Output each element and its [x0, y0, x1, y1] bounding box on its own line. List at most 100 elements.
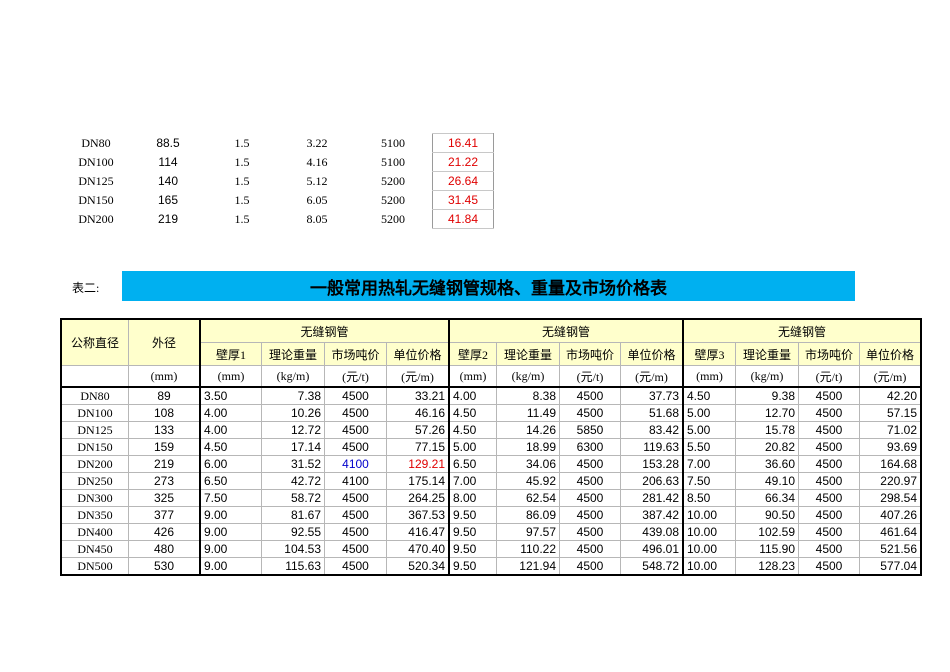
unit-weight-1: (kg/m): [261, 365, 325, 388]
weight-cell: 90.50: [735, 506, 799, 524]
wall-cell: 9.00: [199, 523, 262, 541]
unit-price-cell: 407.26: [859, 506, 922, 524]
top-row: DN125 140 1.5 5.12 5200 26.64: [60, 171, 494, 191]
price-cell: 4500: [798, 472, 860, 490]
weight-cell: 10.26: [261, 404, 325, 422]
top-unit-price-cell: 31.45: [432, 190, 494, 210]
nominal-cell: DN450: [60, 540, 129, 558]
wall-cell: 5.00: [682, 421, 736, 439]
unit-price-cell: 496.01: [620, 540, 684, 558]
top-row: DN150 165 1.5 6.05 5200 31.45: [60, 190, 494, 210]
unit-price-cell: 577.04: [859, 557, 922, 576]
price-cell: 4500: [798, 421, 860, 439]
wall-cell: 4.00: [199, 421, 262, 439]
weight-cell: 66.34: [735, 489, 799, 507]
wall-cell: 7.00: [448, 472, 497, 490]
weight-cell: 31.52: [261, 455, 325, 473]
unit-unit-price-2: (元/m): [620, 365, 684, 388]
wall-cell: 4.00: [199, 404, 262, 422]
top-price-cell: 5200: [381, 173, 405, 188]
weight-cell: 12.72: [261, 421, 325, 439]
top-nominal-cell: DN100: [78, 154, 114, 169]
table-row: DN80 89 3.50 7.38 4500 33.21 4.00 8.38 4500 37.73…: [60, 386, 922, 405]
header-unit-price-1: 单位价格: [386, 342, 450, 366]
weight-cell: 8.38: [496, 386, 560, 405]
header-weight-1: 理论重量: [261, 342, 325, 366]
od-cell: 480: [128, 540, 201, 558]
weight-cell: 7.38: [261, 386, 325, 405]
price-cell: 4500: [324, 540, 387, 558]
weight-cell: 58.72: [261, 489, 325, 507]
top-weight-cell: 3.22: [306, 135, 328, 150]
table-row: DN100 108 4.00 10.26 4500 46.16 4.50 11.49 4500 5…: [60, 404, 922, 422]
unit-unit-price-3: (元/m): [859, 365, 922, 388]
top-weight-cell: 4.16: [306, 154, 328, 169]
unit-price-cell: 470.40: [386, 540, 450, 558]
weight-cell: 45.92: [496, 472, 560, 490]
unit-price-cell: 153.28: [620, 455, 684, 473]
header-nominal: 公称直径: [60, 318, 129, 366]
top-price-cell: 5100: [381, 154, 405, 169]
header-od: 外径: [128, 318, 201, 366]
table-label: 表二:: [72, 281, 100, 295]
price-cell: 4500: [559, 523, 621, 541]
price-cell: 4500: [798, 386, 860, 405]
weight-cell: 121.94: [496, 557, 560, 576]
unit-price-cell: 281.42: [620, 489, 684, 507]
top-nominal-cell: DN200: [78, 211, 114, 226]
table-row: DN400 426 9.00 92.55 4500 416.47 9.50 97.57 4500…: [60, 523, 922, 541]
od-cell: 108: [128, 404, 201, 422]
weight-cell: 92.55: [261, 523, 325, 541]
weight-cell: 42.72: [261, 472, 325, 490]
nominal-cell: DN250: [60, 472, 129, 490]
od-cell: 219: [128, 455, 201, 473]
wall-cell: 6.50: [448, 455, 497, 473]
weight-cell: 12.70: [735, 404, 799, 422]
price-cell: 4500: [798, 523, 860, 541]
top-row: DN80 88.5 1.5 3.22 5100 16.41: [60, 133, 494, 153]
wall-cell: 9.00: [199, 506, 262, 524]
top-od-cell: 88.5: [156, 136, 180, 150]
price-cell: 4500: [559, 489, 621, 507]
price-cell: 4500: [559, 455, 621, 473]
price-cell: 4500: [559, 506, 621, 524]
wall-cell: 10.00: [682, 506, 736, 524]
weight-cell: 18.99: [496, 438, 560, 456]
weight-cell: 115.63: [261, 557, 325, 576]
wall-cell: 5.50: [682, 438, 736, 456]
od-cell: 377: [128, 506, 201, 524]
header-price-2: 市场吨价: [559, 342, 621, 366]
wall-cell: 7.50: [199, 489, 262, 507]
top-od-cell: 165: [157, 193, 179, 207]
wall-cell: 6.50: [199, 472, 262, 490]
header-price-1: 市场吨价: [324, 342, 387, 366]
price-cell: 4500: [559, 472, 621, 490]
price-cell: 4500: [798, 489, 860, 507]
weight-cell: 115.90: [735, 540, 799, 558]
price-cell: 5850: [559, 421, 621, 439]
unit-wall-3: (mm): [682, 365, 736, 388]
wall-cell: 9.00: [199, 557, 262, 576]
od-cell: 273: [128, 472, 201, 490]
top-wall-cell: 1.5: [234, 154, 250, 169]
header-group-1: 无缝钢管: [199, 318, 450, 343]
unit-od: (mm): [128, 365, 201, 388]
top-wall-cell: 1.5: [234, 135, 250, 150]
weight-cell: 15.78: [735, 421, 799, 439]
od-cell: 530: [128, 557, 201, 576]
top-spec-table: DN80 88.5 1.5 3.22 5100 16.41 DN100 114 1.5 4.16 5…: [60, 133, 494, 229]
nominal-cell: DN200: [60, 455, 129, 473]
unit-row: (mm) (mm) (kg/m) (元/t) (元/m) (mm) (kg/m)…: [60, 365, 922, 388]
unit-price-cell: 46.16: [386, 404, 450, 422]
wall-cell: 4.50: [448, 421, 497, 439]
unit-price-cell: 71.02: [859, 421, 922, 439]
wall-cell: 9.50: [448, 557, 497, 576]
unit-price-cell: 298.54: [859, 489, 922, 507]
top-wall-cell: 1.5: [234, 173, 250, 188]
wall-cell: 5.00: [682, 404, 736, 422]
unit-price-cell: 42.20: [859, 386, 922, 405]
unit-price-cell: 387.42: [620, 506, 684, 524]
nominal-cell: DN350: [60, 506, 129, 524]
price-cell: 6300: [559, 438, 621, 456]
unit-price-cell: 206.63: [620, 472, 684, 490]
